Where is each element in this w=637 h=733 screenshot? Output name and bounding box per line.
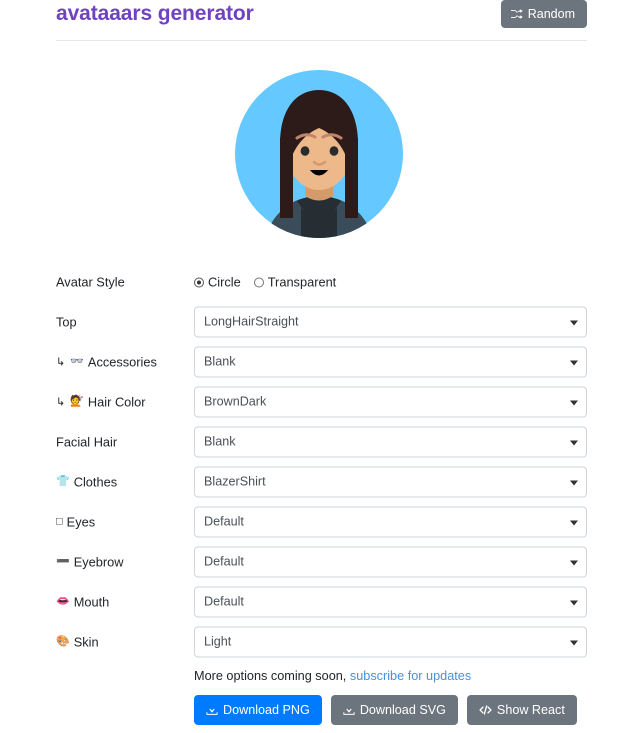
label-facial-hair: Facial Hair bbox=[56, 435, 117, 450]
form-row-eyes: □ Eyes Default bbox=[0, 502, 637, 542]
form-row-accessories: ↳ 👓 Accessories Blank bbox=[0, 342, 637, 382]
label-facial-hair-text: Facial Hair bbox=[56, 434, 118, 450]
form-row-facial-hair: Facial Hair Blank bbox=[0, 422, 637, 462]
label-clothes: 👕 Clothes bbox=[56, 475, 117, 490]
form-row-avatar-style: Avatar Style Circle Transparent bbox=[0, 262, 637, 302]
download-icon bbox=[206, 704, 218, 716]
eye-icon: □ bbox=[56, 515, 63, 528]
shirt-icon: 👕 bbox=[56, 475, 70, 488]
radio-transparent-label: Transparent bbox=[267, 274, 337, 290]
form-row-mouth: 👄 Mouth Default bbox=[0, 582, 637, 622]
avatar-style-radio-group: Circle Transparent bbox=[194, 275, 336, 290]
field-clothes: BlazerShirt bbox=[194, 466, 587, 498]
field-eyebrow: Default bbox=[194, 546, 587, 578]
radio-option-transparent[interactable]: Transparent bbox=[253, 274, 337, 290]
field-accessories: Blank bbox=[194, 346, 587, 378]
label-mouth: 👄 Mouth bbox=[56, 595, 109, 610]
haircut-icon: 💇 bbox=[70, 395, 84, 408]
random-button[interactable]: Random bbox=[500, 0, 587, 28]
form-row-top: Top LongHairStraight bbox=[0, 302, 637, 342]
glasses-icon: 👓 bbox=[70, 355, 84, 368]
radio-circle-indicator[interactable] bbox=[194, 277, 204, 287]
eyebrow-icon: ➖ bbox=[56, 555, 70, 568]
avatar-style-label-text: Avatar Style bbox=[56, 274, 125, 290]
label-hair-color: ↳ 💇 Hair Color bbox=[56, 395, 146, 410]
select-hair-color[interactable]: BrownDark bbox=[194, 386, 587, 418]
label-skin-text: Skin bbox=[73, 634, 99, 650]
label-eyebrow: ➖ Eyebrow bbox=[56, 555, 124, 570]
download-svg-button[interactable]: Download SVG bbox=[330, 695, 458, 725]
header-divider bbox=[56, 40, 587, 41]
select-clothes[interactable]: BlazerShirt bbox=[194, 466, 587, 498]
select-mouth[interactable]: Default bbox=[194, 586, 587, 618]
download-svg-label: Download SVG bbox=[359, 703, 446, 717]
download-icon bbox=[343, 704, 355, 716]
radio-option-circle[interactable]: Circle bbox=[194, 275, 241, 290]
code-icon bbox=[479, 704, 492, 716]
label-hair-color-text: Hair Color bbox=[87, 394, 146, 410]
radio-circle-label: Circle bbox=[208, 274, 241, 290]
download-png-label: Download PNG bbox=[223, 703, 310, 717]
label-accessories-text: Accessories bbox=[87, 354, 157, 370]
form-row-hair-color: ↳ 💇 Hair Color BrownDark bbox=[0, 382, 637, 422]
field-top: LongHairStraight bbox=[194, 306, 587, 338]
random-button-label: Random bbox=[527, 7, 575, 21]
select-eyebrow[interactable]: Default bbox=[194, 546, 587, 578]
show-react-button[interactable]: Show React bbox=[466, 695, 577, 725]
label-top-text: Top bbox=[56, 314, 77, 330]
label-clothes-text: Clothes bbox=[73, 474, 118, 490]
select-eyes[interactable]: Default bbox=[194, 506, 587, 538]
label-skin: 🎨 Skin bbox=[56, 635, 99, 650]
label-eyes-text: Eyes bbox=[66, 514, 96, 530]
select-top[interactable]: LongHairStraight bbox=[194, 306, 587, 338]
show-react-label: Show React bbox=[496, 703, 565, 717]
sub-arrow-icon: ↳ bbox=[56, 356, 66, 369]
palette-icon: 🎨 bbox=[56, 635, 70, 648]
field-eyes: Default bbox=[194, 506, 587, 538]
avatar-style-label: Avatar Style bbox=[56, 275, 125, 290]
label-top: Top bbox=[56, 315, 77, 330]
form-row-clothes: 👕 Clothes BlazerShirt bbox=[0, 462, 637, 502]
footer-section: More options coming soon, subscribe for … bbox=[194, 668, 594, 725]
more-options-text: More options coming soon, bbox=[194, 669, 347, 683]
lips-icon: 👄 bbox=[56, 595, 70, 608]
select-facial-hair[interactable]: Blank bbox=[194, 426, 587, 458]
subscribe-link[interactable]: subscribe for updates bbox=[350, 669, 471, 683]
sub-arrow-icon: ↳ bbox=[56, 396, 66, 409]
avatar-preview[interactable] bbox=[0, 58, 637, 254]
label-accessories: ↳ 👓 Accessories bbox=[56, 355, 157, 370]
label-eyes: □ Eyes bbox=[56, 515, 95, 530]
label-mouth-text: Mouth bbox=[73, 594, 110, 610]
action-button-row: Download PNG Download SVG Show React bbox=[194, 695, 594, 725]
options-form: Avatar Style Circle Transparent Top Long… bbox=[0, 262, 637, 662]
avataaars-generator-page: avataaars generator Random Avatar Style … bbox=[0, 0, 637, 733]
page-title: avataaars generator bbox=[56, 2, 254, 25]
field-skin: Light bbox=[194, 626, 587, 658]
field-hair-color: BrownDark bbox=[194, 386, 587, 418]
select-skin[interactable]: Light bbox=[194, 626, 587, 658]
select-accessories[interactable]: Blank bbox=[194, 346, 587, 378]
label-eyebrow-text: Eyebrow bbox=[73, 554, 124, 570]
shuffle-icon bbox=[510, 8, 523, 20]
download-png-button[interactable]: Download PNG bbox=[194, 695, 322, 725]
field-mouth: Default bbox=[194, 586, 587, 618]
form-row-eyebrow: ➖ Eyebrow Default bbox=[0, 542, 637, 582]
page-header: avataaars generator Random bbox=[56, 0, 587, 40]
avatar-image bbox=[234, 70, 403, 238]
radio-transparent-indicator[interactable] bbox=[253, 277, 264, 287]
form-row-skin: 🎨 Skin Light bbox=[0, 622, 637, 662]
more-options-note: More options coming soon, subscribe for … bbox=[194, 668, 594, 684]
field-facial-hair: Blank bbox=[194, 426, 587, 458]
